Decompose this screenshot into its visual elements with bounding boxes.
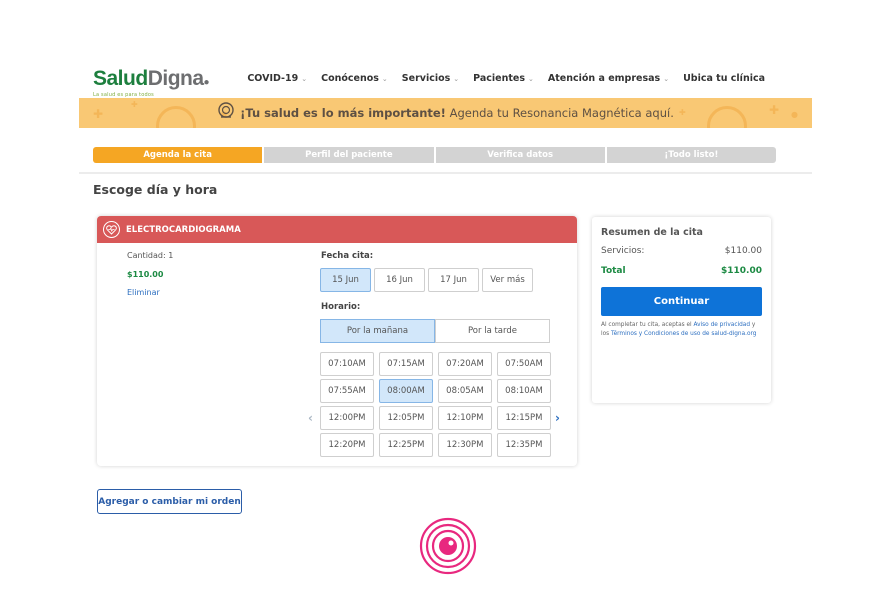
shift-selector: Por la mañana Por la tarde xyxy=(320,319,550,343)
promo-banner[interactable]: ✚ ✚ ● ✚ ✚ ● ¡Tu salud es lo más importan… xyxy=(79,98,812,128)
section-divider xyxy=(79,172,812,174)
time-slot[interactable]: 12:35PM xyxy=(497,433,551,457)
nav-item-pacientes[interactable]: Pacientes ⌄ xyxy=(473,73,534,84)
see-more-dates-button[interactable]: Ver más xyxy=(482,268,533,292)
step-agenda-cita: Agenda la cita xyxy=(93,147,263,163)
time-slot[interactable]: 07:15AM xyxy=(379,352,433,376)
summary-total-row: Total $110.00 xyxy=(601,266,762,276)
date-label: Fecha cita: xyxy=(321,251,374,261)
summary-title: Resumen de la cita xyxy=(601,227,703,238)
service-card-header: ELECTROCARDIOGRAMA xyxy=(97,216,577,243)
next-times-arrow-icon[interactable]: › xyxy=(555,411,560,425)
afternoon-shift-tab[interactable]: Por la tarde xyxy=(435,319,550,343)
loading-spinner-icon xyxy=(419,517,477,575)
nav-item-ubica-clinica[interactable]: Ubica tu clínica xyxy=(683,73,765,84)
time-slot[interactable]: 12:25PM xyxy=(379,433,433,457)
terms-link[interactable]: Términos y Condiciones de uso de salud-d… xyxy=(611,331,756,337)
time-slot[interactable]: 07:55AM xyxy=(320,379,374,403)
chevron-down-icon: ⌄ xyxy=(663,74,670,83)
time-slot[interactable]: 07:50AM xyxy=(497,352,551,376)
service-quantity: Cantidad: 1 xyxy=(127,251,174,260)
time-slot-selected[interactable]: 08:00AM xyxy=(379,379,433,403)
logo-salud: Salud xyxy=(93,67,148,90)
banner-text: ¡Tu salud es lo más importante! Agenda t… xyxy=(240,106,674,120)
salud-digna-logo[interactable]: SaludDigna● La salud es para todos xyxy=(93,67,210,99)
mri-icon xyxy=(217,102,235,124)
chevron-down-icon: ⌄ xyxy=(381,74,388,83)
heart-icon xyxy=(103,221,120,238)
time-slot[interactable]: 12:20PM xyxy=(320,433,374,457)
date-option-15-jun[interactable]: 15 Jun xyxy=(320,268,371,292)
site-header: SaludDigna● La salud es para todos COVID… xyxy=(93,64,773,99)
time-slot[interactable]: 12:15PM xyxy=(497,406,551,430)
time-slot[interactable]: 12:05PM xyxy=(379,406,433,430)
nav-item-covid[interactable]: COVID-19 ⌄ xyxy=(247,73,307,84)
chevron-down-icon: ⌄ xyxy=(453,74,460,83)
main-nav: COVID-19 ⌄ Conócenos ⌄ Servicios ⌄ Paciente… xyxy=(247,73,765,84)
privacy-notice-link[interactable]: Aviso de privacidad xyxy=(694,322,751,328)
time-slot[interactable]: 07:20AM xyxy=(438,352,492,376)
legal-notice: Al completar tu cita, aceptas el Aviso d… xyxy=(601,322,757,337)
nav-item-empresas[interactable]: Atención a empresas ⌄ xyxy=(548,73,669,84)
step-verifica-datos: Verifica datos xyxy=(435,147,605,163)
time-slot[interactable]: 08:05AM xyxy=(438,379,492,403)
service-name: ELECTROCARDIOGRAMA xyxy=(126,224,241,235)
nav-item-servicios[interactable]: Servicios ⌄ xyxy=(402,73,459,84)
step-todo-listo: ¡Todo listo! xyxy=(606,147,776,163)
time-slot[interactable]: 08:10AM xyxy=(497,379,551,403)
morning-shift-tab[interactable]: Por la mañana xyxy=(320,319,435,343)
time-slot[interactable]: 12:00PM xyxy=(320,406,374,430)
step-perfil-paciente: Perfil del paciente xyxy=(264,147,434,163)
service-card: ELECTROCARDIOGRAMA Cantidad: 1 $110.00 E… xyxy=(97,216,577,466)
summary-services-row: Servicios: $110.00 xyxy=(601,246,762,256)
time-slots-grid: 07:10AM 07:15AM 07:20AM 07:50AM 07:55AM … xyxy=(320,352,551,457)
nav-item-conocenos[interactable]: Conócenos ⌄ xyxy=(321,73,388,84)
logo-digna: Digna xyxy=(147,67,204,90)
schedule-label: Horario: xyxy=(321,302,361,312)
change-order-button[interactable]: Agregar o cambiar mi orden xyxy=(97,489,242,514)
date-option-17-jun[interactable]: 17 Jun xyxy=(428,268,479,292)
chevron-down-icon: ⌄ xyxy=(301,74,308,83)
remove-link[interactable]: Eliminar xyxy=(127,288,173,297)
date-selector: 15 Jun 16 Jun 17 Jun Ver más xyxy=(320,268,533,292)
prev-times-arrow-icon[interactable]: ‹ xyxy=(308,411,313,425)
date-option-16-jun[interactable]: 16 Jun xyxy=(374,268,425,292)
service-price: $110.00 xyxy=(127,270,164,279)
progress-steps: Agenda la cita Perfil del paciente Verif… xyxy=(93,147,776,163)
appointment-summary: Resumen de la cita Servicios: $110.00 To… xyxy=(592,217,771,403)
continue-button[interactable]: Continuar xyxy=(601,287,762,316)
time-slot[interactable]: 07:10AM xyxy=(320,352,374,376)
chevron-down-icon: ⌄ xyxy=(528,74,534,83)
time-slot[interactable]: 12:30PM xyxy=(438,433,492,457)
time-slot[interactable]: 12:10PM xyxy=(438,406,492,430)
page-title: Escoge día y hora xyxy=(93,182,218,197)
